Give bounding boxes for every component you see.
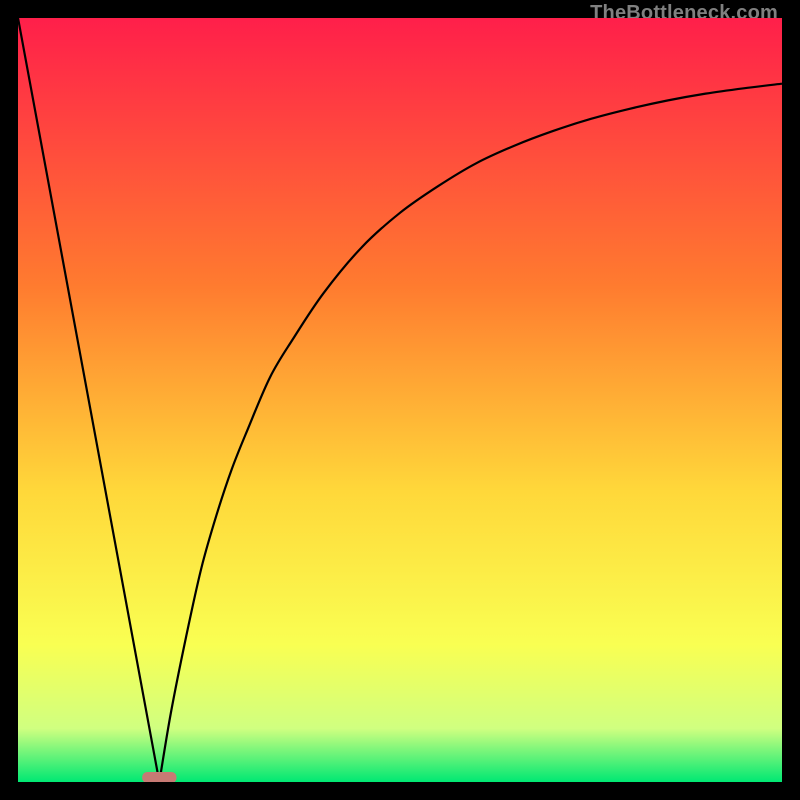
chart-plot-area [18,18,782,782]
gradient-background [18,18,782,782]
minimum-marker [142,772,176,782]
chart-svg [18,18,782,782]
